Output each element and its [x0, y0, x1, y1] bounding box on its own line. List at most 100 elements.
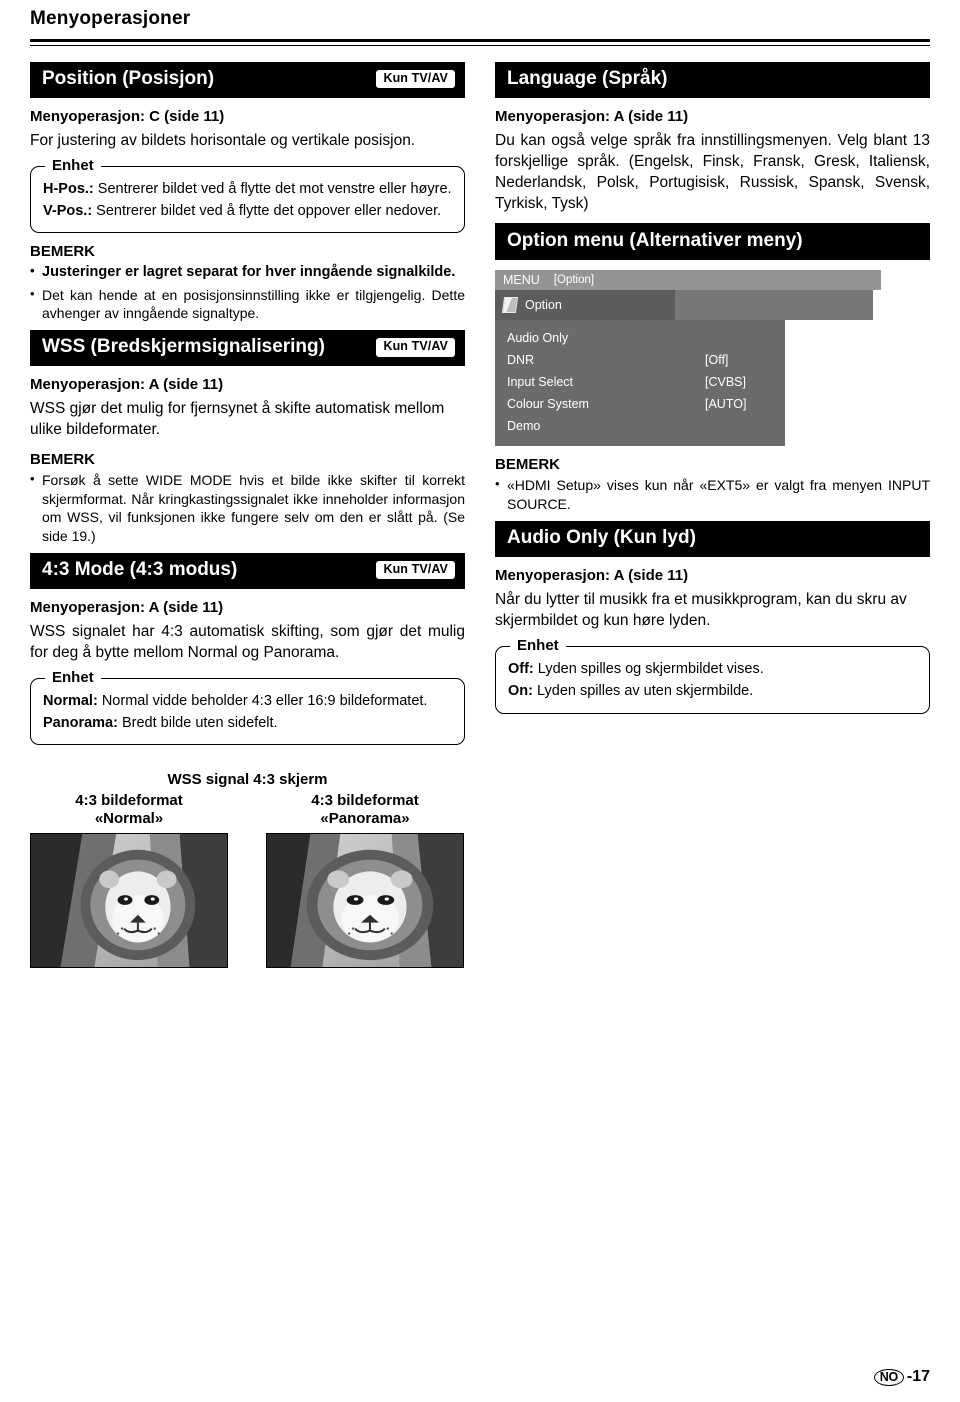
- menuop-wss: Menyoperasjon: A (side 11): [30, 376, 224, 394]
- wss-sample-row: 4:3 bildeformat «Normal» 4:3 bildeformat…: [30, 792, 465, 969]
- section-header-audio-only: Audio Only (Kun lyd): [495, 521, 930, 558]
- section-header-language: Language (Språk): [495, 62, 930, 98]
- osd-tab-option[interactable]: Option: [495, 290, 675, 321]
- on-text: Lyden spilles av uten skjermbilde.: [532, 683, 754, 700]
- language-body: Du kan også velge språk fra innstillings…: [495, 131, 930, 212]
- bemerk-option-menu: BEMERK: [495, 456, 561, 474]
- enhet-box-audio-only: Enhet Off: Lyden spilles og skjermbildet…: [495, 637, 930, 714]
- panorama-row: Panorama: Bredt bilde uten sidefelt.: [43, 714, 452, 733]
- normal-row: Normal: Normal vidde beholder 4:3 eller …: [43, 692, 452, 711]
- osd-item-value: [AUTO]: [705, 397, 747, 412]
- wss-sample-caption: WSS signal 4:3 skjerm: [167, 771, 328, 789]
- left-column: Position (Posisjon) Kun TV/AV Menyoperas…: [30, 62, 465, 969]
- option-tab-icon: [501, 297, 519, 314]
- enhet-box-position: Enhet H-Pos.: Sentrerer bildet ved å fly…: [30, 156, 465, 234]
- osd-list-item[interactable]: Audio Only: [495, 327, 785, 349]
- menuop-language: Menyoperasjon: A (side 11): [495, 107, 689, 125]
- osd-item-value: [CVBS]: [705, 375, 746, 390]
- osd-item-label: Audio Only: [507, 331, 569, 346]
- osd-list-item[interactable]: Demo: [495, 415, 785, 437]
- sample-image-normal: [30, 833, 228, 969]
- osd-tab-filler: [675, 290, 873, 321]
- sample-caption-line2: «Panorama»: [320, 810, 410, 828]
- wss-intro: WSS gjør det mulig for fjernsynet å skif…: [30, 400, 445, 439]
- osd-item-label: Input Select: [507, 375, 574, 390]
- right-column: Language (Språk) Menyoperasjon: A (side …: [495, 62, 930, 968]
- panorama-label: Panorama:: [43, 715, 118, 732]
- notes-position: Justeringer er lagret separat for hver i…: [30, 262, 465, 323]
- osd-item-label: Colour System: [507, 397, 589, 412]
- osd-list-item[interactable]: Colour System [AUTO]: [495, 393, 785, 415]
- bemerk-position: BEMERK: [30, 243, 96, 261]
- sample-caption-line1: 4:3 bildeformat: [75, 792, 183, 810]
- on-row: On: Lyden spilles av uten skjermbilde.: [508, 682, 917, 701]
- page-title: Menyoperasjoner: [30, 8, 191, 29]
- section-title-audio-only: Audio Only (Kun lyd): [507, 527, 696, 549]
- bemerk-wss: BEMERK: [30, 451, 96, 469]
- vpos-label: V-Pos.:: [43, 203, 93, 220]
- osd-option-bracket: [Option]: [553, 274, 595, 287]
- note-item: Justeringer er lagret separat for hver i…: [30, 262, 465, 282]
- on-label: On:: [508, 683, 533, 700]
- sample-caption-line1: 4:3 bildeformat: [311, 792, 419, 810]
- mode43-intro: WSS signalet har 4:3 automatisk skifting…: [30, 622, 465, 661]
- country-code-badge: NO: [873, 1368, 904, 1386]
- normal-text: Normal vidde beholder 4:3 eller 16:9 bil…: [97, 692, 428, 709]
- osd-item-label: Demo: [507, 419, 541, 434]
- page-number: -17: [906, 1368, 930, 1385]
- wss-sample-panorama: 4:3 bildeformat «Panorama»: [266, 792, 464, 969]
- enhet-legend-audio-only: Enhet: [510, 637, 566, 655]
- header-divider: [30, 39, 930, 46]
- two-column-layout: Position (Posisjon) Kun TV/AV Menyoperas…: [30, 62, 930, 969]
- sample-image-panorama: [266, 833, 464, 969]
- panorama-text: Bredt bilde uten sidefelt.: [117, 715, 278, 732]
- enhet-box-43mode: Enhet Normal: Normal vidde beholder 4:3 …: [30, 668, 465, 746]
- osd-item-list: Audio Only DNR [Off] Input Select [CVBS]…: [495, 320, 785, 447]
- note-item: Det kan hende at en posisjonsinnstilling…: [30, 285, 465, 323]
- wss-sample-normal: 4:3 bildeformat «Normal»: [30, 792, 228, 969]
- section-title-language: Language (Språk): [507, 68, 668, 89]
- sample-caption-normal: 4:3 bildeformat «Normal»: [30, 792, 228, 828]
- osd-item-value: [705, 331, 775, 345]
- menuop-audio-only: Menyoperasjon: A (side 11): [495, 567, 689, 585]
- osd-item-label: DNR: [507, 353, 535, 368]
- section-title-43mode: 4:3 Mode (4:3 modus): [42, 559, 238, 581]
- lion-illustration-panorama: [267, 834, 463, 968]
- badge-kun-tv-av-position: Kun TV/AV: [376, 70, 455, 89]
- section-header-wss: WSS (Bredskjermsignalisering) Kun TV/AV: [30, 330, 465, 367]
- audio-only-body: Når du lytter til musikk fra et musikkpr…: [495, 591, 907, 630]
- vpos-text: Sentrerer bildet ved å flytte det oppove…: [92, 203, 442, 220]
- note-item: «HDMI Setup» vises kun når «EXT5» er val…: [495, 475, 930, 513]
- osd-screenshot: MENU [Option] Option Audio Only DNR [Off…: [495, 270, 930, 447]
- section-title-option-menu: Option menu (Alternativer meny): [507, 229, 803, 251]
- enhet-legend-position: Enhet: [45, 156, 101, 174]
- lion-illustration-normal: [31, 834, 227, 968]
- off-row: Off: Lyden spilles og skjermbildet vises…: [508, 660, 917, 679]
- menuop-43mode: Menyoperasjon: A (side 11): [30, 598, 224, 616]
- section-title-position: Position (Posisjon): [42, 68, 215, 89]
- section-title-wss: WSS (Bredskjermsignalisering): [42, 336, 325, 358]
- page-footer: NO -17: [873, 1368, 930, 1386]
- section-header-position: Position (Posisjon) Kun TV/AV: [30, 62, 465, 98]
- sample-caption-line2: «Normal»: [94, 810, 164, 828]
- hpos-row: H-Pos.: Sentrerer bildet ved å flytte de…: [43, 180, 452, 199]
- osd-tab-row: Option: [495, 290, 930, 321]
- badge-kun-tv-av-wss: Kun TV/AV: [376, 338, 455, 357]
- document-page: Menyoperasjoner Position (Posisjon) Kun …: [0, 0, 960, 1402]
- osd-item-value: [Off]: [705, 353, 729, 368]
- osd-item-value: [705, 419, 775, 433]
- normal-label: Normal:: [43, 692, 98, 709]
- osd-tab-label: Option: [525, 298, 562, 313]
- notes-wss: Forsøk å sette WIDE MODE hvis et bilde i…: [30, 470, 465, 545]
- menuop-position: Menyoperasjon: C (side 11): [30, 107, 225, 125]
- vpos-row: V-Pos.: Sentrerer bildet ved å flytte de…: [43, 202, 452, 221]
- off-label: Off:: [508, 661, 534, 678]
- osd-list-item[interactable]: DNR [Off]: [495, 349, 785, 371]
- osd-top-bar: MENU [Option]: [495, 270, 881, 291]
- note-item: Forsøk å sette WIDE MODE hvis et bilde i…: [30, 470, 465, 545]
- osd-list-item[interactable]: Input Select [CVBS]: [495, 371, 785, 393]
- hpos-label: H-Pos.:: [43, 180, 94, 197]
- section-header-43mode: 4:3 Mode (4:3 modus) Kun TV/AV: [30, 553, 465, 589]
- osd-menu-label: MENU: [503, 273, 540, 288]
- sample-caption-panorama: 4:3 bildeformat «Panorama»: [266, 792, 464, 828]
